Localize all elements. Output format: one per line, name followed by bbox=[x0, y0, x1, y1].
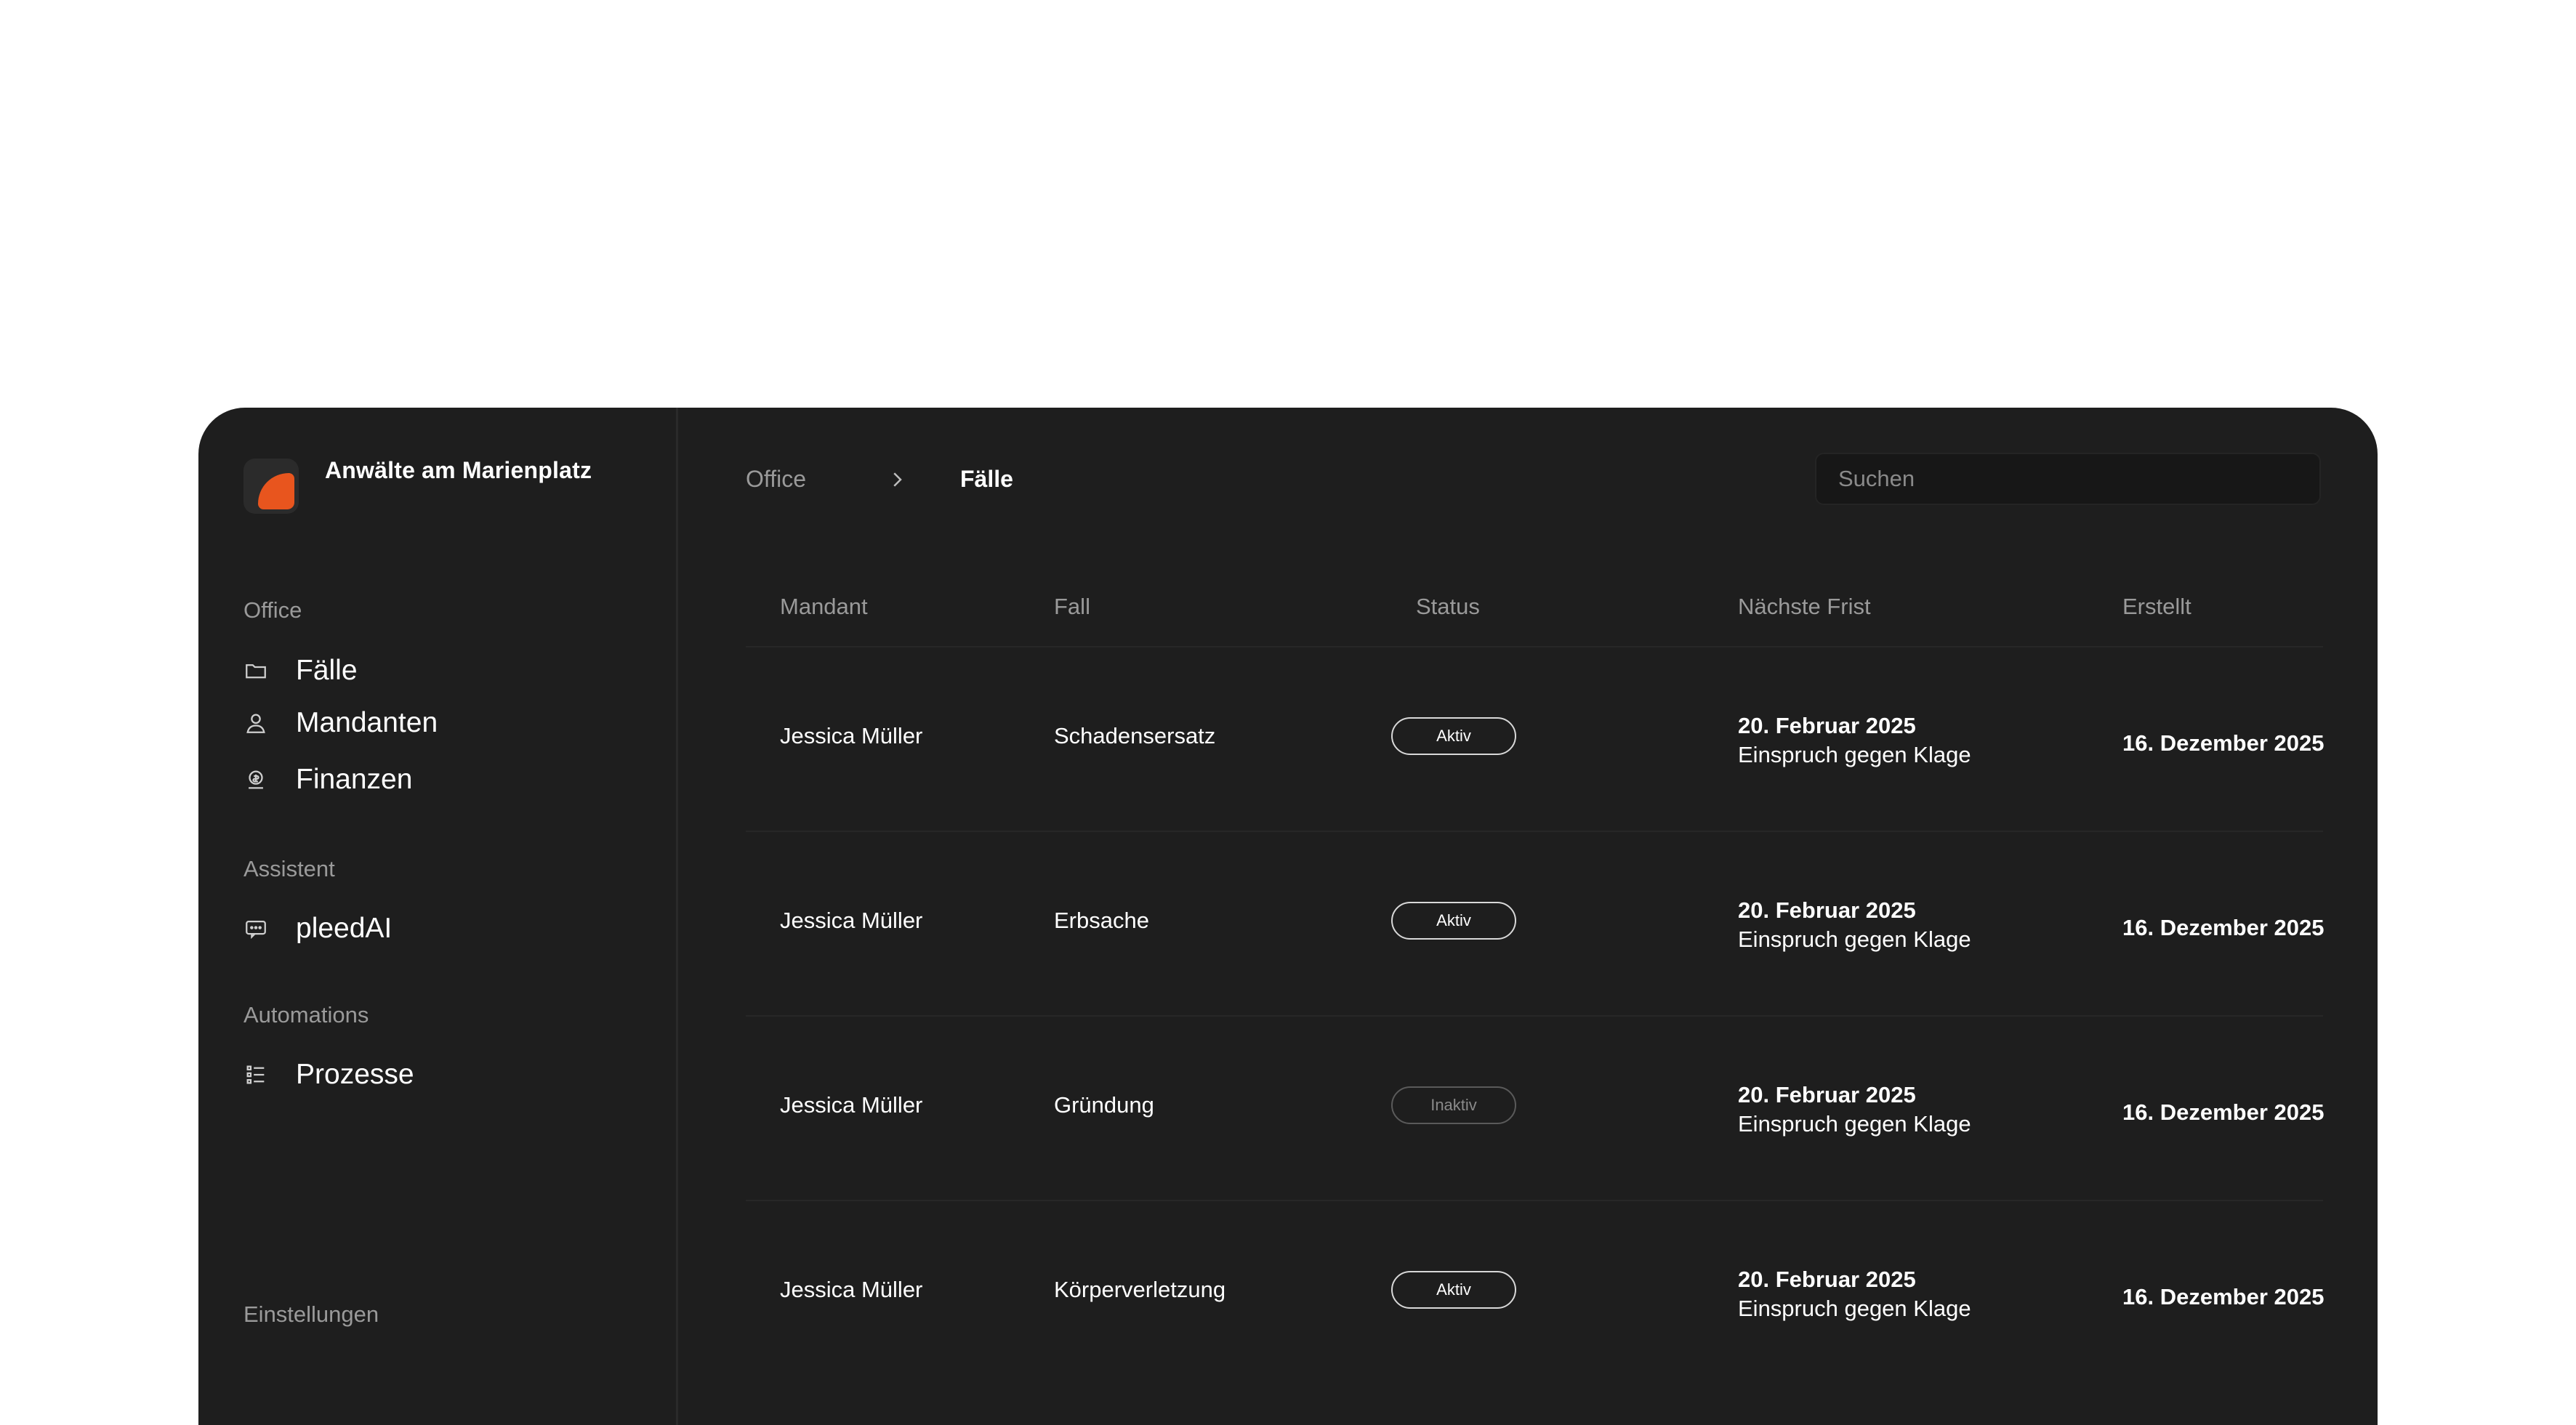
sidebar-item-prozesse[interactable]: Prozesse bbox=[243, 1059, 414, 1091]
user-icon bbox=[243, 711, 268, 735]
sidebar-item-finanzen[interactable]: Finanzen bbox=[243, 764, 412, 796]
sidebar-item-label: pleedAI bbox=[296, 913, 393, 944]
sidebar-item-faelle[interactable]: Fälle bbox=[243, 655, 358, 687]
cell-mandant: Jessica Müller bbox=[780, 723, 923, 748]
column-header-fall[interactable]: Fall bbox=[1054, 594, 1090, 620]
breadcrumb: Office Fälle bbox=[746, 466, 1013, 493]
status-badge: Aktiv bbox=[1391, 1271, 1516, 1309]
cell-frist-description: Einspruch gegen Klage bbox=[1738, 1296, 1971, 1321]
cell-frist-date: 20. Februar 2025 bbox=[1738, 1082, 1916, 1107]
cell-mandant: Jessica Müller bbox=[780, 1092, 923, 1118]
sidebar-item-mandanten[interactable]: Mandanten bbox=[243, 707, 438, 739]
chevron-right-icon bbox=[886, 469, 908, 491]
column-header-naechste-frist[interactable]: Nächste Frist bbox=[1738, 594, 1871, 620]
table-row[interactable]: Jessica Müller Schadensersatz Aktiv 20. … bbox=[746, 647, 2325, 832]
app-window: Anwälte am Marienplatz Office Fälle Mand… bbox=[198, 408, 2378, 1425]
main-content: Office Fälle Mandant Fall Status Nächste… bbox=[678, 408, 2378, 1425]
cell-frist-date: 20. Februar 2025 bbox=[1738, 897, 1916, 923]
brand-logo-icon bbox=[243, 459, 299, 514]
cell-frist-date: 20. Februar 2025 bbox=[1738, 1267, 1916, 1292]
status-badge: Inaktiv bbox=[1391, 1086, 1516, 1124]
cell-frist-description: Einspruch gegen Klage bbox=[1738, 1111, 1971, 1137]
sidebar: Anwälte am Marienplatz Office Fälle Mand… bbox=[198, 408, 678, 1425]
status-badge: Aktiv bbox=[1391, 902, 1516, 940]
cell-frist-date: 20. Februar 2025 bbox=[1738, 713, 1916, 738]
sidebar-item-label: Fälle bbox=[296, 655, 358, 686]
cell-mandant: Jessica Müller bbox=[780, 1277, 923, 1302]
table-row[interactable]: Jessica Müller Gründung Inaktiv 20. Febr… bbox=[746, 1017, 2325, 1201]
cases-table: Mandant Fall Status Nächste Frist Erstel… bbox=[746, 589, 2325, 1386]
sidebar-item-label: Mandanten bbox=[296, 707, 438, 738]
brand[interactable]: Anwälte am Marienplatz bbox=[243, 457, 592, 514]
sidebar-item-label: Prozesse bbox=[296, 1059, 414, 1090]
cell-erstellt: 16. Dezember 2025 bbox=[2122, 1284, 2325, 1309]
sidebar-item-pleedai[interactable]: pleedAI bbox=[243, 913, 392, 945]
sidebar-item-label: Finanzen bbox=[296, 764, 413, 795]
breadcrumb-current: Fälle bbox=[960, 466, 1013, 492]
breadcrumb-office-link[interactable]: Office bbox=[746, 466, 806, 493]
status-badge: Aktiv bbox=[1391, 717, 1516, 755]
chat-icon bbox=[243, 916, 268, 941]
brand-name: Anwälte am Marienplatz bbox=[325, 457, 592, 483]
sidebar-item-einstellungen[interactable]: Einstellungen bbox=[243, 1301, 379, 1328]
process-list-icon bbox=[243, 1062, 268, 1087]
cell-frist-description: Einspruch gegen Klage bbox=[1738, 927, 1971, 952]
search-input[interactable] bbox=[1815, 453, 2321, 505]
cell-erstellt: 16. Dezember 2025 bbox=[2122, 1099, 2325, 1125]
folder-icon bbox=[243, 658, 268, 683]
cell-erstellt: 16. Dezember 2025 bbox=[2122, 915, 2325, 940]
column-header-status[interactable]: Status bbox=[1416, 594, 1480, 620]
cell-fall: Gründung bbox=[1054, 1092, 1154, 1118]
cell-frist-description: Einspruch gegen Klage bbox=[1738, 742, 1971, 767]
cell-fall: Erbsache bbox=[1054, 908, 1149, 933]
coin-icon bbox=[243, 767, 268, 792]
cell-erstellt: 16. Dezember 2025 bbox=[2122, 730, 2325, 756]
nav-section-office: Office bbox=[243, 597, 302, 623]
nav-section-assistent: Assistent bbox=[243, 856, 335, 881]
column-header-mandant[interactable]: Mandant bbox=[780, 594, 868, 620]
table-row[interactable]: Jessica Müller Körperverletzung Aktiv 20… bbox=[746, 1201, 2325, 1386]
column-header-erstellt[interactable]: Erstellt bbox=[2122, 594, 2191, 620]
nav-section-automations: Automations bbox=[243, 1002, 369, 1028]
cell-fall: Schadensersatz bbox=[1054, 723, 1216, 748]
table-header: Mandant Fall Status Nächste Frist Erstel… bbox=[746, 589, 2323, 647]
table-row[interactable]: Jessica Müller Erbsache Aktiv 20. Februa… bbox=[746, 832, 2325, 1017]
cell-fall: Körperverletzung bbox=[1054, 1277, 1226, 1302]
cell-mandant: Jessica Müller bbox=[780, 908, 923, 933]
